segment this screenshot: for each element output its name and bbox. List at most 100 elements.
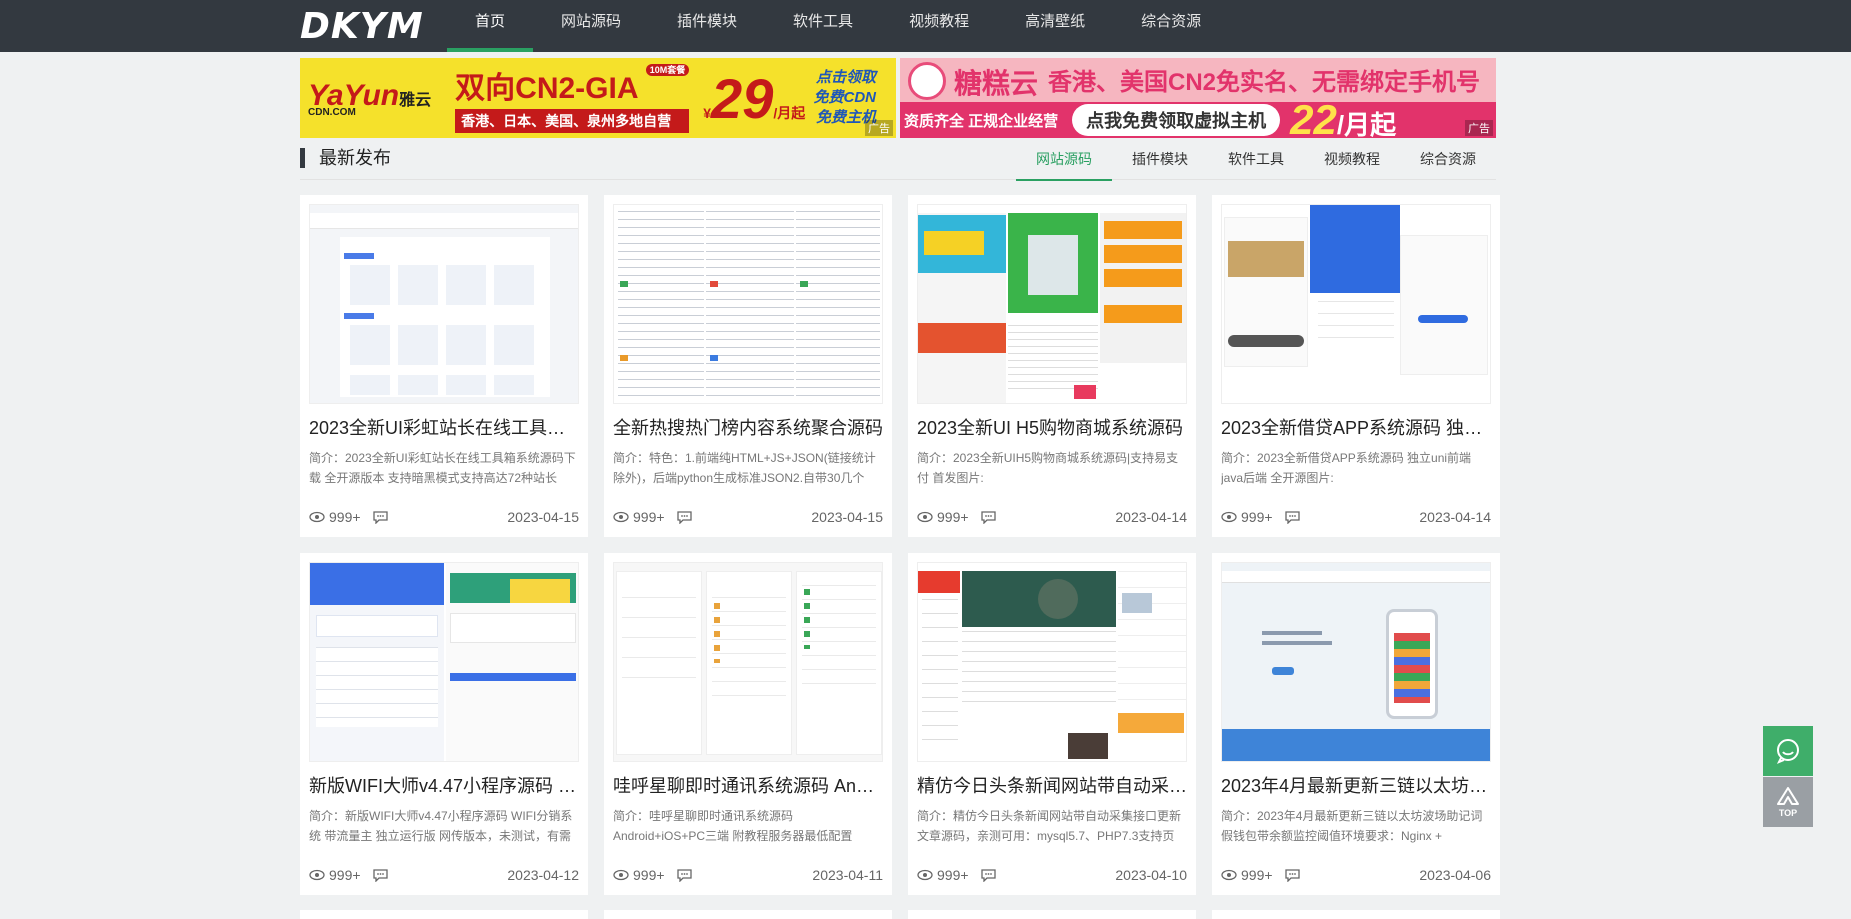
cake-icon — [908, 62, 946, 100]
post-title[interactable]: 2023全新UI彩虹站长在线工具箱系统源码 — [309, 414, 579, 440]
post-title[interactable]: 2023年4月最新更新三链以太坊波场助记词 — [1221, 772, 1491, 798]
logo-text: DKYM — [300, 5, 424, 47]
comment-icon[interactable] — [372, 510, 388, 524]
post-date: 2023-04-11 — [812, 867, 883, 883]
post-excerpt: 简介：2023全新UI彩虹站长在线工具箱系统源码下载 全开源版本 支持暗黑模式支… — [309, 451, 576, 485]
nav-video-tutorials[interactable]: 视频教程 — [881, 0, 997, 52]
comment-icon[interactable] — [1284, 510, 1300, 524]
post-card-partial[interactable] — [300, 910, 588, 919]
post-thumbnail[interactable] — [309, 204, 579, 404]
post-card-partial[interactable] — [1212, 910, 1500, 919]
post-excerpt: 简介：新版WIFI大师v4.47小程序源码 WIFI分销系统 带流量主 独立运行… — [309, 809, 573, 843]
eye-icon — [1221, 869, 1237, 881]
ad-yayun-price: ¥29/月起 — [703, 66, 806, 130]
section-title: 最新发布 — [300, 148, 391, 168]
comment-icon[interactable] — [372, 868, 388, 882]
view-count: 999+ — [1241, 867, 1273, 883]
ad-yayun-headline: 双向CN2-GIA — [455, 72, 638, 105]
eye-icon — [917, 511, 933, 523]
post-card-partial[interactable] — [604, 910, 892, 919]
post-title[interactable]: 精仿今日头条新闻网站带自动采集接口 — [917, 772, 1187, 798]
ad-tanggao-quals: 资质齐全 正规企业经营 — [904, 112, 1059, 130]
post-thumbnail[interactable] — [917, 204, 1187, 404]
tab-plugins[interactable]: 插件模块 — [1112, 142, 1208, 180]
ad-mark: 广告 — [865, 120, 893, 136]
nav-plugins[interactable]: 插件模块 — [649, 0, 765, 52]
top-label: TOP — [1778, 808, 1798, 818]
nav-wallpapers[interactable]: 高清壁纸 — [997, 0, 1113, 52]
eye-icon — [613, 511, 629, 523]
tab-video-tutorials[interactable]: 视频教程 — [1304, 142, 1400, 180]
post-title[interactable]: 全新热搜热门榜内容系统聚合源码 — [613, 414, 883, 440]
comment-icon[interactable] — [676, 510, 692, 524]
view-count: 999+ — [329, 867, 361, 883]
post-date: 2023-04-14 — [1419, 509, 1491, 525]
back-to-top-button[interactable]: TOP — [1763, 777, 1813, 827]
post-card-partial[interactable] — [908, 910, 1196, 919]
post-excerpt: 简介：特色：1.前端纯HTML+JS+JSON(链接统计除外)，后端python… — [613, 451, 876, 485]
ad-banner-yayun[interactable]: YaYun雅云 CDN.COM 双向CN2-GIA 10M套餐 香港、日本、美国、… — [300, 58, 896, 138]
latest-section-header: 最新发布 网站源码 插件模块 软件工具 视频教程 综合资源 — [300, 142, 1496, 181]
comment-icon[interactable] — [980, 510, 996, 524]
post-thumbnail[interactable] — [1221, 562, 1491, 762]
post-card[interactable]: 2023年4月最新更新三链以太坊波场助记词 简介：2023年4月最新更新三链以太… — [1212, 553, 1500, 895]
main-nav: 首页 网站源码 插件模块 软件工具 视频教程 高清壁纸 综合资源 — [447, 0, 1229, 52]
ad-banners: YaYun雅云 CDN.COM 双向CN2-GIA 10M套餐 香港、日本、美国、… — [300, 58, 1496, 138]
view-count: 999+ — [1241, 509, 1273, 525]
site-logo[interactable]: DKYM — [300, 4, 424, 48]
post-meta: 999+ 2023-04-10 — [917, 867, 1187, 883]
tab-resources[interactable]: 综合资源 — [1400, 142, 1496, 180]
post-card[interactable]: 2023全新借贷APP系统源码 独立uni前端 简介：2023全新借贷APP系统… — [1212, 195, 1500, 537]
eye-icon — [613, 869, 629, 881]
post-thumbnail[interactable] — [613, 204, 883, 404]
post-card[interactable]: 全新热搜热门榜内容系统聚合源码 简介：特色：1.前端纯HTML+JS+JSON(… — [604, 195, 892, 537]
view-count: 999+ — [937, 509, 969, 525]
eye-icon — [309, 869, 325, 881]
post-date: 2023-04-10 — [1115, 867, 1187, 883]
eye-icon — [1221, 511, 1237, 523]
ad-yayun-regions: 香港、日本、美国、泉州多地自营 — [455, 109, 690, 133]
tab-software[interactable]: 软件工具 — [1208, 142, 1304, 180]
nav-home[interactable]: 首页 — [447, 0, 534, 52]
nav-resources[interactable]: 综合资源 — [1113, 0, 1229, 52]
post-date: 2023-04-15 — [507, 509, 579, 525]
post-card[interactable]: 哇呼星聊即时通讯系统源码 Android+iOS+PC三端 简介：哇呼星聊即时通… — [604, 553, 892, 895]
post-card[interactable]: 精仿今日头条新闻网站带自动采集接口 简介：精仿今日头条新闻网站带自动采集接口更新… — [908, 553, 1196, 895]
post-thumbnail[interactable] — [613, 562, 883, 762]
comment-icon[interactable] — [676, 868, 692, 882]
post-card[interactable]: 新版WIFI大师v4.47小程序源码 WIFI分销系统 简介：新版WIFI大师v… — [300, 553, 588, 895]
post-meta: 999+ 2023-04-14 — [1221, 509, 1491, 525]
post-title[interactable]: 哇呼星聊即时通讯系统源码 Android+iOS+PC三端 — [613, 772, 883, 798]
post-excerpt: 简介：精仿今日头条新闻网站带自动采集接口更新文章源码，亲测可用：mysql5.7… — [917, 809, 1182, 843]
comment-icon[interactable] — [1284, 868, 1300, 882]
ad-yayun-badge: 10M套餐 — [645, 64, 690, 76]
view-count: 999+ — [633, 867, 665, 883]
post-thumbnail[interactable] — [917, 562, 1187, 762]
post-card[interactable]: 2023全新UI彩虹站长在线工具箱系统源码 简介：2023全新UI彩虹站长在线工… — [300, 195, 588, 537]
ad-tanggao-bottom: 资质齐全 正规企业经营 点我免费领取虚拟主机 22/月起 — [900, 96, 1496, 138]
post-meta: 999+ 2023-04-06 — [1221, 867, 1491, 883]
ad-banner-tanggao[interactable]: 糖糕云 香港、美国CN2免实名、无需绑定手机号 资质齐全 正规企业经营 点我免费… — [900, 58, 1496, 138]
post-title[interactable]: 新版WIFI大师v4.47小程序源码 WIFI分销系统 — [309, 772, 579, 798]
post-thumbnail[interactable] — [309, 562, 579, 762]
post-date: 2023-04-14 — [1115, 509, 1187, 525]
comment-icon[interactable] — [980, 868, 996, 882]
eye-icon — [309, 511, 325, 523]
post-meta: 999+ 2023-04-14 — [917, 509, 1187, 525]
post-date: 2023-04-12 — [507, 867, 579, 883]
post-title[interactable]: 2023全新UI H5购物商城系统源码 — [917, 414, 1187, 440]
nav-software[interactable]: 软件工具 — [765, 0, 881, 52]
tab-website-source[interactable]: 网站源码 — [1016, 142, 1112, 181]
ad-tanggao-button[interactable]: 点我免费领取虚拟主机 — [1072, 104, 1281, 136]
post-thumbnail[interactable] — [1221, 204, 1491, 404]
ad-tanggao-price: 22/月起 — [1290, 96, 1397, 138]
ad-tanggao-headline: 香港、美国CN2免实名、无需绑定手机号 — [1048, 69, 1481, 96]
post-grid: 2023全新UI彩虹站长在线工具箱系统源码 简介：2023全新UI彩虹站长在线工… — [300, 195, 1500, 895]
nav-website-source[interactable]: 网站源码 — [533, 0, 649, 52]
top-navbar: DKYM 首页 网站源码 插件模块 软件工具 视频教程 高清壁纸 综合资源 — [0, 0, 1851, 52]
view-count: 999+ — [937, 867, 969, 883]
post-title[interactable]: 2023全新借贷APP系统源码 独立uni前端 — [1221, 414, 1491, 440]
ad-yayun-middle: 双向CN2-GIA 10M套餐 香港、日本、美国、泉州多地自营 — [455, 63, 690, 133]
post-card[interactable]: 2023全新UI H5购物商城系统源码 简介：2023全新UIH5购物商城系统源… — [908, 195, 1196, 537]
chat-button[interactable] — [1763, 726, 1813, 776]
